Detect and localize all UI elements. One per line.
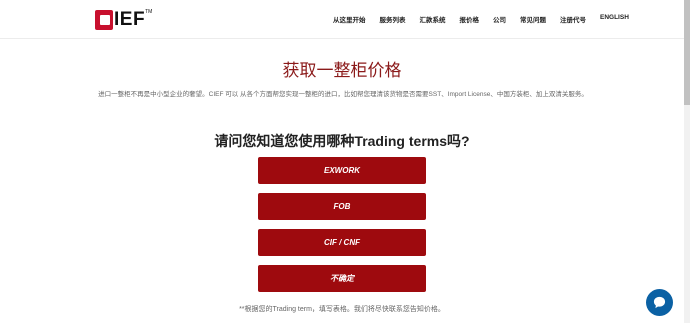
main-nav: 从这里开始 服务列表 汇款系统 报价格 公司 常见问题 注册代号 ENGLISH [333,14,643,24]
fob-button[interactable]: FOB [258,193,426,220]
page-description: 进口一整柜不再是中小型企业的奢望。CIEF 可以 从各个方面帮您实现一整柜的进口… [98,91,588,98]
logo-mark-icon [95,10,113,30]
page-title: 获取一整柜价格 [282,61,402,80]
nav-remittance[interactable]: 汇款系统 [420,14,446,24]
cief-logo[interactable]: IEF TM [95,8,152,30]
logo-trademark: TM [145,9,153,15]
site-header: IEF TM 从这里开始 服务列表 汇款系统 报价格 公司 常见问题 注册代号 … [0,0,684,38]
chat-button[interactable] [646,289,673,316]
nav-english[interactable]: ENGLISH [600,14,629,24]
cif-cnf-button[interactable]: CIF / CNF [258,229,426,256]
footnote: **根据您的Trading term，填写表格。我们将尽快联系您告知价格。 [239,306,445,313]
chat-bubble-icon [653,296,666,309]
logo-text: IEF [114,9,146,30]
exwork-button[interactable]: EXWORK [258,157,426,184]
nav-company[interactable]: 公司 [493,14,506,24]
not-sure-button[interactable]: 不确定 [258,265,426,292]
scrollbar-thumb[interactable] [684,0,690,105]
header-divider [0,38,684,39]
nav-quote[interactable]: 报价格 [460,14,480,24]
trading-terms-question: 请问您知道您使用哪种Trading terms吗? [214,133,470,149]
nav-faq[interactable]: 常见问题 [520,14,546,24]
nav-register-code[interactable]: 注册代号 [560,14,586,24]
nav-start-here[interactable]: 从这里开始 [333,14,366,24]
page-scrollbar[interactable] [684,0,690,323]
nav-services[interactable]: 服务列表 [380,14,406,24]
